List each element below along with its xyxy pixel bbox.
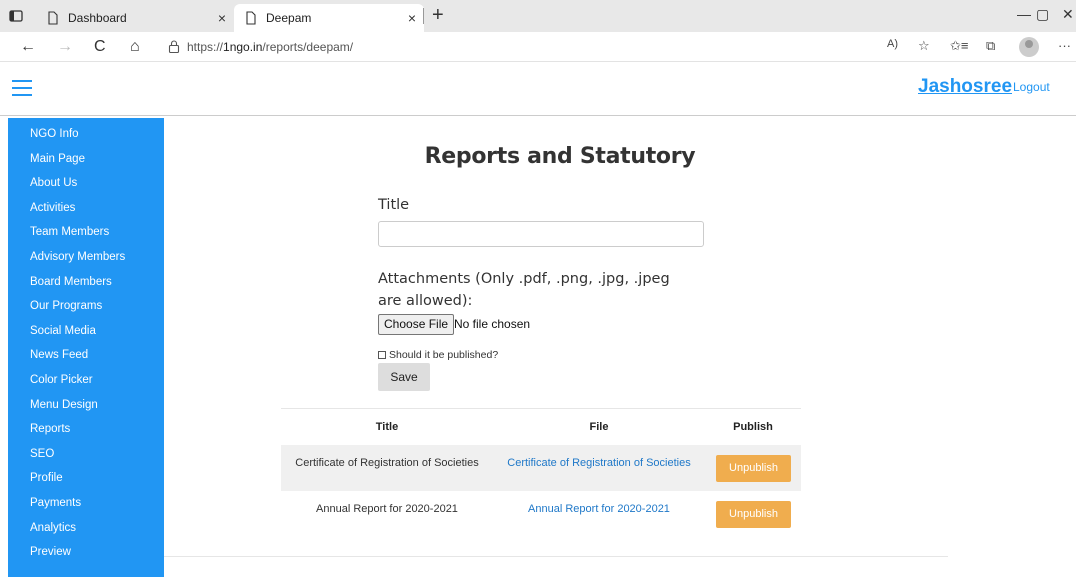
tab-close-icon[interactable]: ×	[218, 10, 226, 26]
reports-table: Title File Publish Certificate of Regist…	[281, 408, 801, 537]
publish-checkbox-label: Should it be published?	[389, 349, 499, 361]
tab-actions-icon[interactable]	[8, 8, 24, 24]
title-label: Title	[378, 197, 410, 213]
row-title: Certificate of Registration of Societies	[295, 457, 479, 469]
sidebar-item-payments[interactable]: Payments	[8, 493, 164, 518]
profile-avatar[interactable]	[1019, 37, 1039, 57]
column-header-title: Title	[375, 421, 399, 433]
page-title: Reports and Statutory	[424, 144, 696, 169]
minimize-icon[interactable]: —	[1017, 6, 1031, 22]
page-icon	[48, 11, 58, 25]
attachments-label: Attachments (Only .pdf, .png, .jpg, .jpe…	[378, 271, 670, 309]
sidebar-item-menu-design[interactable]: Menu Design	[8, 395, 164, 420]
sidebar: NGO Info Main Page About Us Activities T…	[8, 118, 164, 577]
tab-dashboard[interactable]: Dashboard ×	[34, 4, 234, 32]
title-input[interactable]	[378, 221, 704, 247]
browser-tab-strip: Dashboard × Deepam × + — ▢ ✕	[0, 0, 1076, 32]
new-tab-icon[interactable]: +	[432, 4, 444, 26]
content-divider	[164, 556, 948, 557]
tab-label: Dashboard	[68, 11, 127, 25]
read-aloud-icon[interactable]: A)	[887, 38, 898, 50]
publish-checkbox[interactable]	[378, 351, 386, 359]
publish-checkbox-row[interactable]: Should it be published?	[378, 349, 498, 361]
hamburger-menu-icon[interactable]	[12, 80, 32, 96]
sidebar-item-analytics[interactable]: Analytics	[8, 518, 164, 543]
page-icon	[246, 11, 256, 25]
sidebar-item-social-media[interactable]: Social Media	[8, 321, 164, 346]
favorite-icon[interactable]: ☆	[918, 38, 930, 54]
sidebar-item-activities[interactable]: Activities	[8, 198, 164, 223]
collections-icon[interactable]: ⧉	[986, 38, 995, 54]
sidebar-item-profile[interactable]: Profile	[8, 468, 164, 493]
sidebar-item-our-programs[interactable]: Our Programs	[8, 296, 164, 321]
url-path: /reports/deepam/	[262, 40, 354, 54]
tab-deepam[interactable]: Deepam ×	[234, 4, 424, 32]
back-icon[interactable]: ←	[20, 37, 36, 57]
table-header-row: Title File Publish	[281, 409, 801, 445]
tab-separator	[423, 8, 424, 24]
row-file-link[interactable]: Annual Report for 2020-2021	[493, 503, 705, 515]
sidebar-item-news-feed[interactable]: News Feed	[8, 345, 164, 370]
no-file-chosen-text: No file chosen	[454, 317, 531, 331]
favorites-icon[interactable]: ✩≡	[950, 38, 968, 54]
column-header-file: File	[589, 421, 609, 433]
username-link[interactable]: Jashosree	[918, 76, 1012, 98]
sidebar-item-color-picker[interactable]: Color Picker	[8, 370, 164, 395]
save-button[interactable]: Save	[378, 363, 430, 391]
home-icon[interactable]: ⌂	[130, 37, 140, 57]
sidebar-item-about-us[interactable]: About Us	[8, 173, 164, 198]
unpublish-button[interactable]: Unpublish	[716, 501, 791, 528]
lock-icon[interactable]	[168, 40, 180, 53]
sidebar-item-seo[interactable]: SEO	[8, 444, 164, 469]
url-field[interactable]: https://1ngo.in/reports/deepam/	[187, 40, 353, 54]
tab-close-icon[interactable]: ×	[408, 10, 416, 26]
address-bar: ← → C ⌂ https://1ngo.in/reports/deepam/ …	[0, 32, 1076, 62]
sidebar-item-preview[interactable]: Preview	[8, 542, 164, 567]
url-domain: 1ngo.in	[223, 40, 263, 54]
reload-icon[interactable]: C	[94, 37, 106, 57]
table-row: Certificate of Registration of Societies…	[281, 445, 801, 491]
url-scheme: https://	[187, 40, 224, 54]
table-row: Annual Report for 2020-2021 Annual Repor…	[281, 491, 801, 537]
sidebar-item-reports[interactable]: Reports	[8, 419, 164, 444]
sidebar-item-advisory-members[interactable]: Advisory Members	[8, 247, 164, 272]
site-header: Jashosree Logout	[0, 62, 1076, 116]
choose-file-button[interactable]: Choose File	[378, 314, 455, 335]
unpublish-button[interactable]: Unpublish	[716, 455, 791, 482]
more-icon[interactable]: ···	[1058, 38, 1071, 53]
tab-label: Deepam	[266, 11, 312, 25]
row-file-link[interactable]: Certificate of Registration of Societies	[493, 457, 705, 469]
sidebar-item-team-members[interactable]: Team Members	[8, 222, 164, 247]
column-header-publish: Publish	[733, 421, 773, 433]
row-title: Annual Report for 2020-2021	[316, 503, 458, 515]
forward-icon[interactable]: →	[57, 37, 73, 57]
logout-link[interactable]: Logout	[1013, 80, 1050, 94]
restore-icon[interactable]: ▢	[1036, 6, 1049, 23]
window-close-icon[interactable]: ✕	[1062, 6, 1074, 23]
sidebar-item-board-members[interactable]: Board Members	[8, 272, 164, 297]
